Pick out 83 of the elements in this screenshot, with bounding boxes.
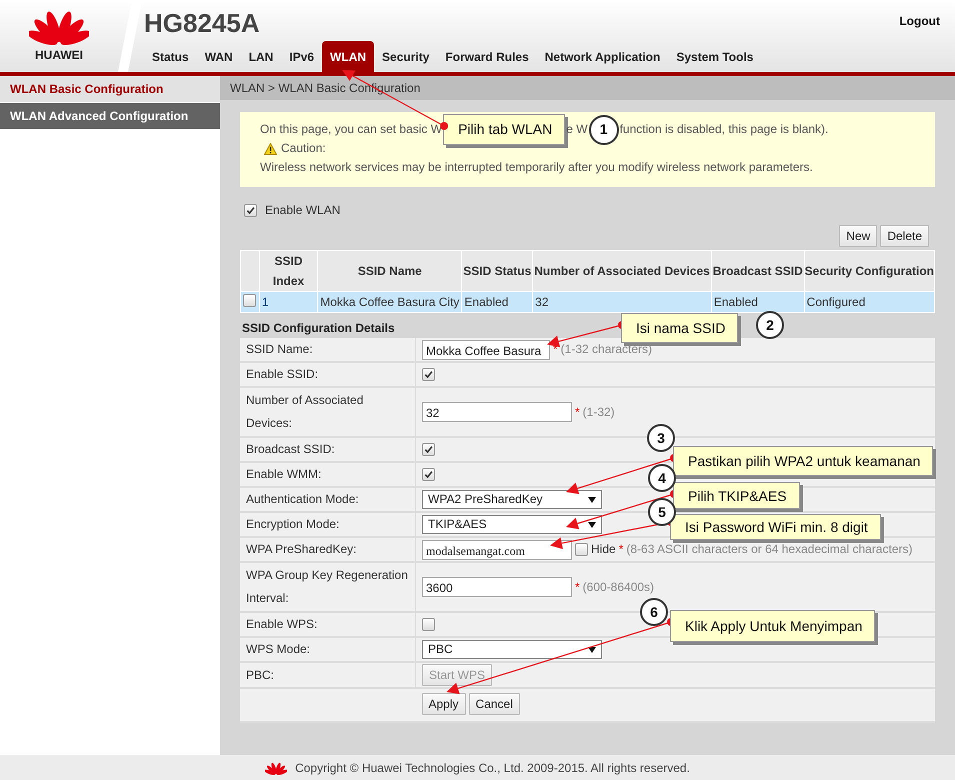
petal-logo-icon: [265, 760, 288, 776]
logout-link[interactable]: Logout: [899, 14, 940, 28]
section-title: SSID Configuration Details: [242, 321, 395, 335]
column-header: SSID Index: [259, 250, 318, 292]
field-label: Encryption Mode:: [240, 512, 416, 537]
field-label: WPA Group Key Regeneration Interval:: [240, 562, 416, 612]
callout: Klik Apply Untuk Menyimpan: [670, 610, 876, 642]
enable-wlan-checkbox[interactable]: [244, 204, 257, 216]
callout: Pastikan pilih WPA2 untuk keamanan: [673, 446, 934, 476]
checkbox-label: Hide: [591, 541, 616, 558]
copyright-text: Copyright © Huawei Technologies Co., Ltd. 2009-2015. All rights reserved.: [295, 760, 690, 774]
row-checkbox[interactable]: [243, 294, 256, 307]
column-header: Security Configuration: [804, 250, 934, 292]
field-label: Enable WMM:: [240, 462, 416, 487]
field-label: SSID Name:: [240, 338, 416, 362]
required-mark: *: [618, 541, 624, 558]
nav-tab[interactable]: Status: [144, 44, 197, 72]
callout: Isi nama SSID: [621, 313, 738, 343]
nav-tab[interactable]: System Tools: [668, 44, 762, 72]
checkbox[interactable]: [422, 368, 435, 381]
nav-tab[interactable]: WLAN: [322, 41, 374, 72]
sidebar-item[interactable]: WLAN Advanced Configuration: [0, 103, 220, 130]
callout: Isi Password WiFi min. 8 digit: [670, 514, 881, 540]
caret-icon: [588, 646, 596, 652]
checkbox[interactable]: [422, 443, 435, 456]
field-hint: (600-86400s): [582, 578, 654, 596]
field-label: Enable SSID:: [240, 362, 416, 387]
dropdown[interactable]: TKIP&AES: [422, 515, 602, 534]
nav-tab[interactable]: LAN: [240, 44, 282, 72]
cancel-button[interactable]: Cancel: [468, 693, 520, 715]
input-field[interactable]: 3600: [422, 577, 572, 597]
notice-text: Wireless network services may be interrupted temporarily after you modify wireless network parameters.: [260, 159, 814, 176]
column-header: Number of Associated Devices: [532, 250, 712, 292]
hide-checkbox[interactable]: [575, 543, 588, 556]
nav-tab[interactable]: Forward Rules: [437, 44, 537, 72]
field-label: Number of Associated Devices:: [240, 387, 416, 437]
model-name: HG8245A: [144, 8, 260, 39]
dropdown[interactable]: WPA2 PreSharedKey: [422, 490, 602, 509]
apply-button[interactable]: Apply: [422, 693, 466, 715]
brand-name: HUAWEI: [35, 48, 83, 62]
field-label: Authentication Mode:: [240, 487, 416, 512]
field-hint: (8-63 ASCII characters or 64 hexadecimal characters): [626, 541, 912, 558]
nav-tab[interactable]: IPv6: [281, 44, 322, 72]
warning-icon: [264, 142, 277, 154]
input-field[interactable]: modalsemangat.com: [422, 540, 572, 560]
table-button[interactable]: Delete: [880, 225, 929, 247]
field-label: Enable WPS:: [240, 612, 416, 637]
callout: Pilih tab WLAN: [443, 114, 566, 145]
caution-label: Caution:: [281, 140, 326, 157]
nav-tab[interactable]: Security: [374, 44, 438, 72]
step-number: 2: [756, 311, 784, 339]
column-header: SSID Name: [318, 250, 462, 292]
step-number: 1: [588, 114, 619, 144]
table-cell: Configured: [804, 292, 934, 312]
required-mark: *: [575, 404, 580, 420]
caret-icon: [588, 522, 596, 528]
input-field[interactable]: 32: [422, 402, 572, 422]
field-label: PBC:: [240, 662, 416, 688]
field-hint: (1-32 characters): [560, 341, 652, 358]
nav-tab[interactable]: WAN: [196, 44, 241, 72]
table-cell: Mokka Coffee Basura City: [318, 292, 462, 312]
table-cell: 32: [532, 292, 712, 312]
checkbox[interactable]: [422, 618, 435, 631]
notice-text: function is disabled, this page is blank).: [620, 121, 828, 138]
table-cell: 1: [259, 292, 318, 312]
field-label: WPA PreSharedKey:: [240, 537, 416, 562]
checkbox-label: Enable WLAN: [265, 203, 340, 217]
field-hint: (1-32): [582, 404, 615, 420]
field-label: Broadcast SSID:: [240, 437, 416, 462]
caret-icon: [588, 496, 596, 502]
table-cell: Enabled: [711, 292, 804, 312]
table-button[interactable]: New: [839, 225, 878, 247]
sidebar-item[interactable]: WLAN Basic Configuration: [0, 76, 220, 103]
column-header: Broadcast SSID: [711, 250, 804, 292]
input-field[interactable]: Mokka Coffee Basura: [422, 340, 550, 360]
field-label: WPS Mode:: [240, 637, 416, 662]
checkbox[interactable]: [422, 468, 435, 481]
table-cell: Enabled: [462, 292, 533, 312]
nav-tab[interactable]: Network Application: [536, 44, 668, 72]
required-mark: *: [575, 578, 580, 596]
column-header: SSID Status: [462, 250, 533, 292]
dropdown[interactable]: PBC: [422, 640, 602, 659]
callout: Pilih TKIP&AES: [673, 482, 800, 509]
